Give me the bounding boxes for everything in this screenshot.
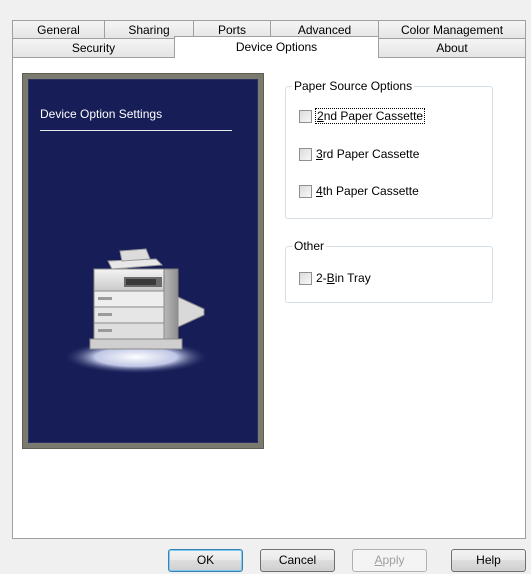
device-preview: Device Option Settings: [23, 74, 263, 448]
label-text: 2-: [316, 271, 327, 285]
mnemonic: 4: [316, 184, 323, 198]
ok-button[interactable]: OK: [168, 549, 243, 572]
mnemonic: B: [326, 271, 335, 285]
preview-title: Device Option Settings: [40, 107, 163, 121]
checkbox-label-4th: 4th Paper Cassette: [316, 184, 419, 198]
tab-row-front: Security Device Options About: [0, 36, 531, 58]
checkbox-label-2nd: 2nd Paper Cassette: [314, 108, 426, 124]
checkbox-box[interactable]: [299, 271, 312, 285]
tab-about[interactable]: About: [378, 38, 526, 58]
tab-device-options[interactable]: Device Options: [174, 36, 379, 58]
cancel-button[interactable]: Cancel: [260, 549, 335, 572]
checkbox-4th-paper-cassette[interactable]: 4th Paper Cassette: [299, 184, 419, 198]
label-text: th Paper Cassette: [322, 184, 419, 198]
checkbox-box[interactable]: [299, 109, 312, 123]
checkbox-label-2-bin-tray: 2-Bin Tray: [316, 271, 371, 285]
label-text: rd Paper Cassette: [322, 147, 420, 161]
printer-icon: [66, 248, 210, 374]
label-text: nd Paper Cassette: [323, 109, 424, 123]
other-group: Other 2-Bin Tray: [285, 239, 493, 303]
mnemonic: A: [374, 553, 383, 567]
tab-general[interactable]: General: [12, 20, 105, 40]
apply-button[interactable]: Apply: [352, 549, 427, 572]
device-options-panel: Device Option Settings Paper Source Opti…: [12, 57, 526, 539]
checkbox-2nd-paper-cassette[interactable]: 2nd Paper Cassette: [299, 108, 426, 124]
tab-color-management[interactable]: Color Management: [378, 20, 526, 40]
mnemonic: 2: [317, 109, 324, 123]
label-text: pply: [382, 553, 405, 567]
other-legend: Other: [292, 239, 327, 253]
checkbox-box[interactable]: [299, 147, 312, 161]
paper-source-group: Paper Source Options 2nd Paper Cassette …: [285, 79, 493, 219]
tab-security[interactable]: Security: [12, 38, 175, 58]
checkbox-3rd-paper-cassette[interactable]: 3rd Paper Cassette: [299, 147, 419, 161]
mnemonic: 3: [316, 147, 323, 161]
help-button[interactable]: Help: [451, 549, 526, 572]
checkbox-box[interactable]: [299, 184, 312, 198]
paper-source-legend: Paper Source Options: [292, 79, 415, 93]
checkbox-2-bin-tray[interactable]: 2-Bin Tray: [299, 271, 371, 285]
preview-divider: [40, 130, 232, 131]
label-text: in Tray: [334, 271, 371, 285]
checkbox-label-3rd: 3rd Paper Cassette: [316, 147, 419, 161]
